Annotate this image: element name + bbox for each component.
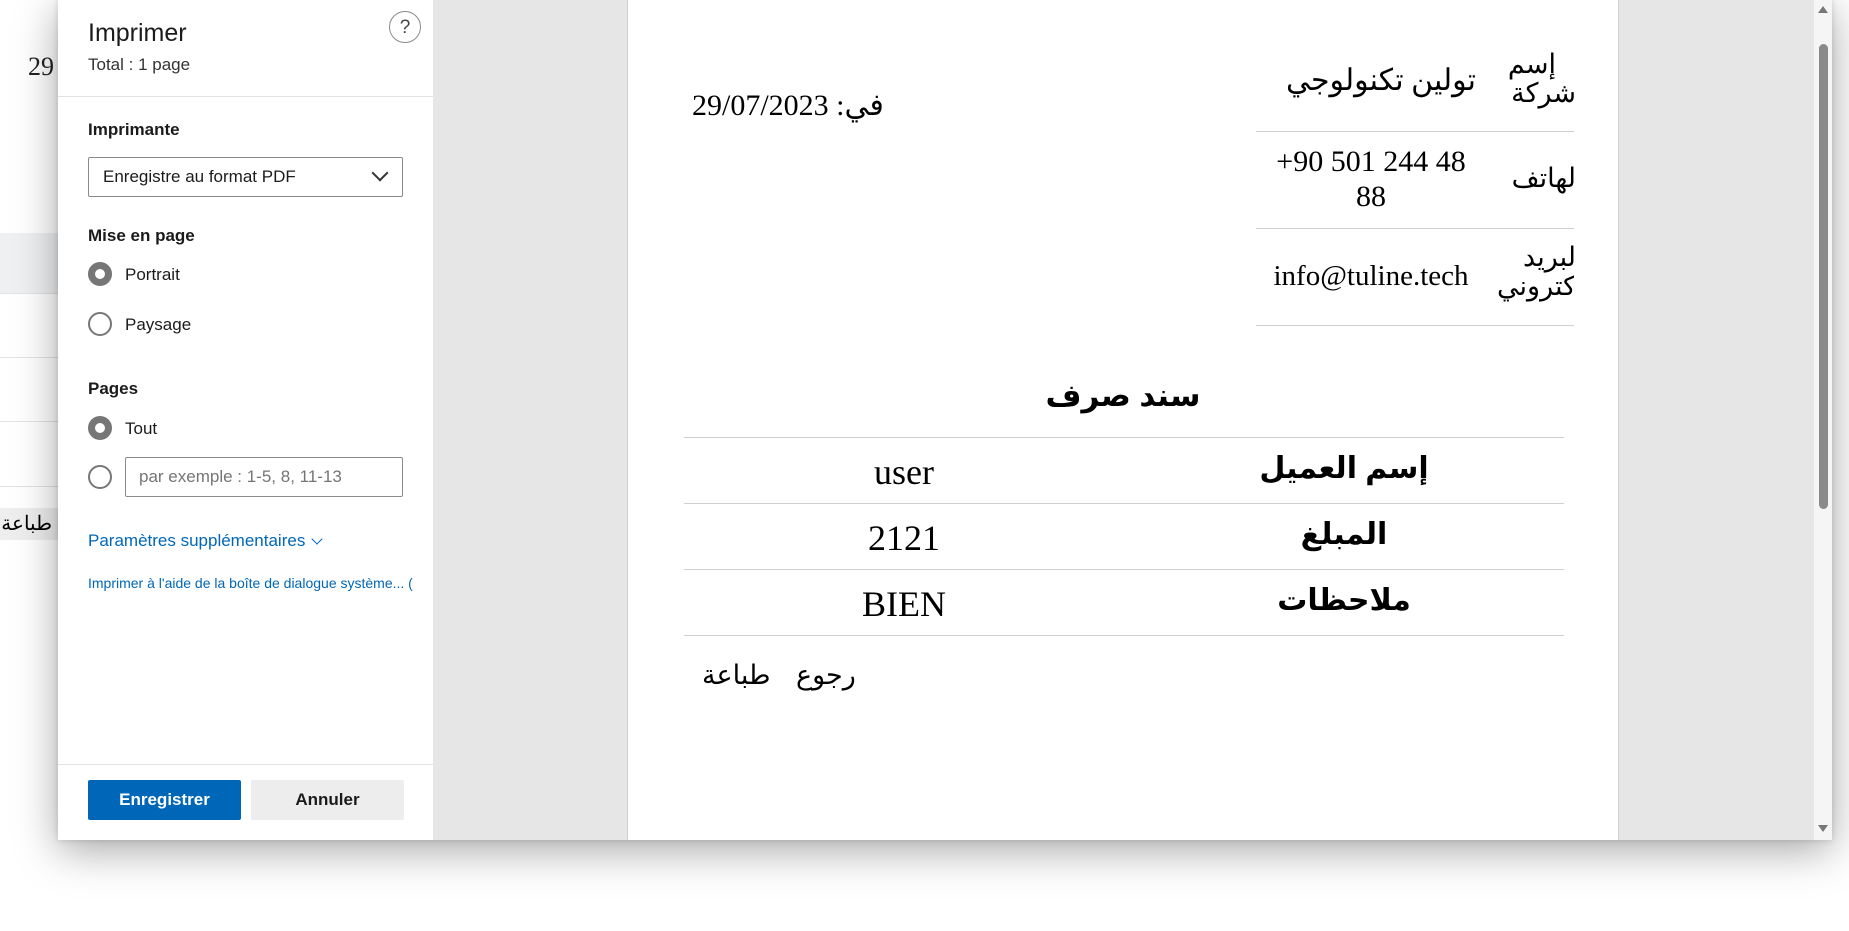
document-date: في: 29/07/2023	[692, 88, 884, 123]
divider	[58, 764, 433, 765]
print-preview-area: في: 29/07/2023 إسم شركة تولين تكنولوجي ل…	[433, 0, 1832, 840]
portrait-radio[interactable]	[88, 262, 112, 286]
page-count: Total : 1 page	[88, 55, 191, 74]
table-row: إسم العميل user	[684, 438, 1564, 504]
row-label: المبلغ	[1300, 518, 1388, 551]
chevron-down-icon	[371, 164, 389, 182]
company-label: إسم شركة	[1507, 49, 1574, 108]
receipt-title: سند صرف	[1045, 378, 1201, 413]
pages-all-label[interactable]: Tout	[125, 419, 157, 439]
row-value: user	[874, 452, 934, 492]
system-dialog-link[interactable]: Imprimer à l'aide de la boîte de dialogu…	[88, 575, 413, 591]
pages-label: Pages	[88, 379, 139, 398]
back-link: رجوع	[796, 660, 856, 690]
row-value: BIEN	[862, 584, 946, 624]
date-value: 29/07/2023	[692, 89, 829, 122]
help-button[interactable]: ?	[389, 11, 421, 43]
pages-all-radio[interactable]	[88, 416, 112, 440]
printer-label: Imprimante	[88, 120, 180, 139]
print-settings-panel: Imprimer Total : 1 page ? Imprimante Enr…	[58, 0, 433, 840]
pages-range-radio[interactable]	[88, 465, 112, 489]
landscape-radio[interactable]	[88, 312, 112, 336]
page-range-input[interactable]	[125, 457, 403, 497]
date-label: في:	[836, 89, 884, 122]
table-row: المبلغ 2121	[684, 504, 1564, 570]
phone-row: لهاتف +90 501 244 48 88	[1256, 132, 1574, 229]
company-row: إسم شركة تولين تكنولوجي	[1256, 40, 1574, 132]
print-dialog: Imprimer Total : 1 page ? Imprimante Enr…	[58, 0, 1832, 840]
dialog-title: Imprimer	[88, 19, 187, 47]
phone-value: +90 501 244 48 88	[1276, 145, 1466, 213]
email-label: لبريد كتروني	[1497, 242, 1574, 301]
printer-selected-value: Enregistre au format PDF	[103, 167, 296, 186]
row-value: 2121	[868, 518, 940, 558]
email-value: info@tuline.tech	[1273, 260, 1469, 292]
scroll-up-icon[interactable]	[1818, 6, 1828, 13]
landscape-label[interactable]: Paysage	[125, 315, 191, 335]
chevron-down-icon	[311, 533, 323, 545]
more-settings-label: Paramètres supplémentaires	[88, 531, 306, 550]
email-row: لبريد كتروني info@tuline.tech	[1256, 229, 1574, 326]
phone-label: لهاتف	[1511, 163, 1574, 193]
portrait-label[interactable]: Portrait	[125, 265, 180, 285]
table-row: ملاحظات BIEN	[684, 570, 1564, 636]
divider	[58, 96, 433, 97]
help-icon: ?	[399, 17, 411, 38]
preview-page: في: 29/07/2023 إسم شركة تولين تكنولوجي ل…	[627, 0, 1619, 840]
receipt-table: إسم العميل user المبلغ 2121 ملاحظات BIEN	[684, 437, 1564, 636]
layout-label: Mise en page	[88, 226, 195, 245]
row-label: إسم العميل	[1259, 452, 1429, 485]
background-date-fragment: 29	[28, 52, 54, 81]
cancel-button[interactable]: Annuler	[251, 780, 404, 820]
preview-scrollbar[interactable]	[1814, 0, 1832, 840]
row-label: ملاحظات	[1277, 584, 1411, 617]
more-settings-link[interactable]: Paramètres supplémentaires	[88, 531, 323, 551]
printer-select[interactable]: Enregistre au format PDF	[88, 157, 403, 197]
save-button[interactable]: Enregistrer	[88, 780, 241, 820]
company-value: تولين تكنولوجي	[1285, 64, 1477, 97]
scroll-down-icon[interactable]	[1818, 825, 1828, 832]
company-info-table: إسم شركة تولين تكنولوجي لهاتف +90 501 24…	[1256, 40, 1574, 326]
scrollbar-thumb[interactable]	[1819, 44, 1828, 509]
print-link: طباعة	[702, 660, 771, 690]
